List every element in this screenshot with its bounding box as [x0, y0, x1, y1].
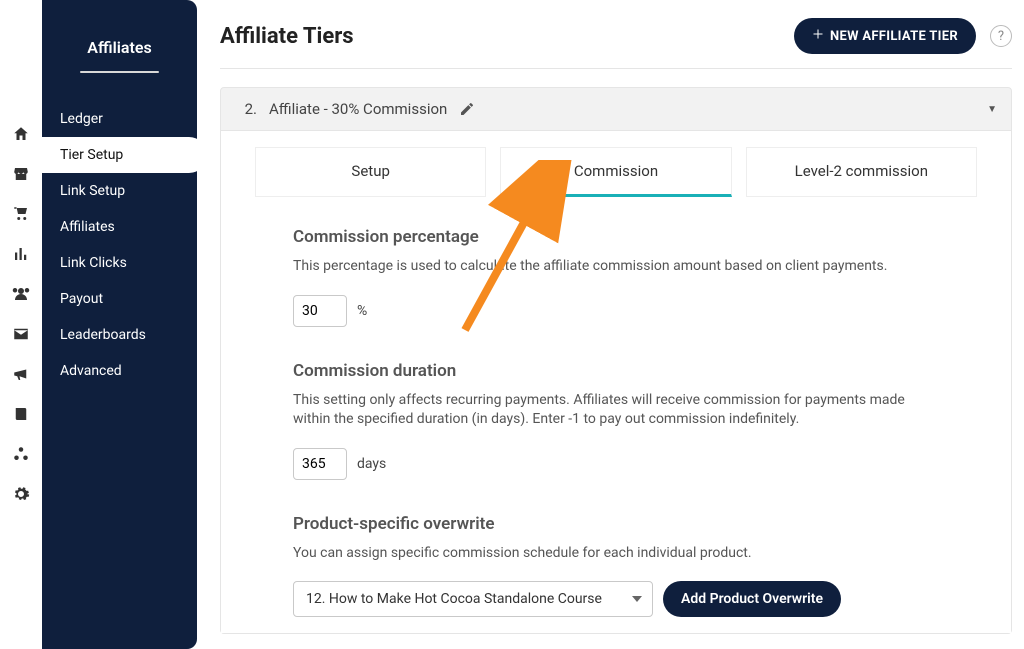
book-icon[interactable] [12, 405, 30, 423]
page-header: Affiliate Tiers NEW AFFILIATE TIER ? [216, 18, 1016, 68]
gear-icon[interactable] [12, 485, 30, 503]
sidebar-item-payout[interactable]: Payout [42, 281, 207, 317]
button-label: Add Product Overwrite [681, 591, 823, 607]
tier-accordion: 2. Affiliate - 30% Commission ▼ Setup Co… [220, 87, 1012, 634]
new-affiliate-tier-button[interactable]: NEW AFFILIATE TIER [794, 18, 976, 54]
sidebar-item-label: Link Clicks [60, 255, 127, 271]
sidebar-divider [80, 71, 159, 73]
sidebar-item-label: Affiliates [60, 219, 115, 235]
sidebar-item-ledger[interactable]: Ledger [42, 101, 207, 137]
main: Affiliate Tiers NEW AFFILIATE TIER ? 2. … [216, 0, 1024, 649]
sidebar-item-affiliates[interactable]: Affiliates [42, 209, 207, 245]
sidebar-item-link-clicks[interactable]: Link Clicks [42, 245, 207, 281]
sidebar-item-label: Ledger [60, 111, 103, 127]
users-icon[interactable] [12, 285, 30, 303]
product-overwrite-section: Product-specific overwrite You can assig… [293, 514, 939, 618]
edit-icon[interactable] [459, 101, 475, 117]
help-icon[interactable]: ? [990, 25, 1012, 47]
product-select[interactable]: 12. How to Make Hot Cocoa Standalone Cou… [293, 581, 653, 617]
section-title: Commission percentage [293, 227, 939, 247]
nodes-icon[interactable] [12, 445, 30, 463]
sidebar-item-label: Payout [60, 291, 103, 307]
sidebar-item-label: Link Setup [60, 183, 125, 199]
page-title: Affiliate Tiers [220, 24, 794, 49]
tier-index: 2. [235, 100, 257, 118]
sidebar-item-advanced[interactable]: Advanced [42, 353, 207, 389]
sidebar-item-label: Tier Setup [60, 147, 123, 163]
section-title: Commission duration [293, 361, 939, 381]
accordion-body: Setup Commission Level-2 commission Comm… [221, 130, 1011, 633]
megaphone-icon[interactable] [12, 365, 30, 383]
plus-icon [812, 28, 824, 44]
tab-label: Setup [351, 162, 389, 180]
tab-commission[interactable]: Commission [500, 147, 731, 197]
percent-unit: % [357, 303, 367, 319]
section-desc: This percentage is used to calculate the… [293, 257, 939, 277]
button-label: NEW AFFILIATE TIER [830, 29, 958, 44]
sidebar-items: Ledger Tier Setup Link Setup Affiliates … [42, 101, 197, 389]
cart-icon[interactable] [12, 205, 30, 223]
select-value: 12. How to Make Hot Cocoa Standalone Cou… [306, 591, 602, 607]
sidebar-title: Affiliates [42, 0, 197, 71]
accordion-header[interactable]: 2. Affiliate - 30% Commission ▼ [221, 88, 1011, 130]
tab-level2-commission[interactable]: Level-2 commission [746, 147, 977, 197]
sidebar-item-tier-setup[interactable]: Tier Setup [42, 137, 207, 173]
sidebar-item-link-setup[interactable]: Link Setup [42, 173, 207, 209]
sidebar-item-label: Leaderboards [60, 327, 146, 343]
store-icon[interactable] [12, 165, 30, 183]
tabs: Setup Commission Level-2 commission [255, 147, 977, 197]
commission-percentage-input[interactable] [293, 295, 347, 327]
tab-setup[interactable]: Setup [255, 147, 486, 197]
sidebar: Affiliates Ledger Tier Setup Link Setup … [42, 0, 197, 649]
header-divider [220, 68, 1012, 69]
sidebar-item-leaderboards[interactable]: Leaderboards [42, 317, 207, 353]
mail-icon[interactable] [12, 325, 30, 343]
tier-title: Affiliate - 30% Commission [269, 100, 447, 118]
add-product-overwrite-button[interactable]: Add Product Overwrite [663, 581, 841, 617]
icon-rail [0, 0, 42, 649]
commission-percentage-section: Commission percentage This percentage is… [293, 227, 939, 327]
sidebar-item-label: Advanced [60, 363, 122, 379]
caret-down-icon: ▼ [987, 104, 997, 115]
tab-label: Commission [574, 162, 658, 180]
section-desc: You can assign specific commission sched… [293, 544, 939, 564]
bars-icon[interactable] [12, 245, 30, 263]
commission-duration-section: Commission duration This setting only af… [293, 361, 939, 480]
days-unit: days [357, 456, 386, 472]
tab-label: Level-2 commission [795, 162, 928, 180]
home-icon[interactable] [12, 125, 30, 143]
commission-duration-input[interactable] [293, 448, 347, 480]
section-title: Product-specific overwrite [293, 514, 939, 534]
section-desc: This setting only affects recurring paym… [293, 391, 939, 430]
